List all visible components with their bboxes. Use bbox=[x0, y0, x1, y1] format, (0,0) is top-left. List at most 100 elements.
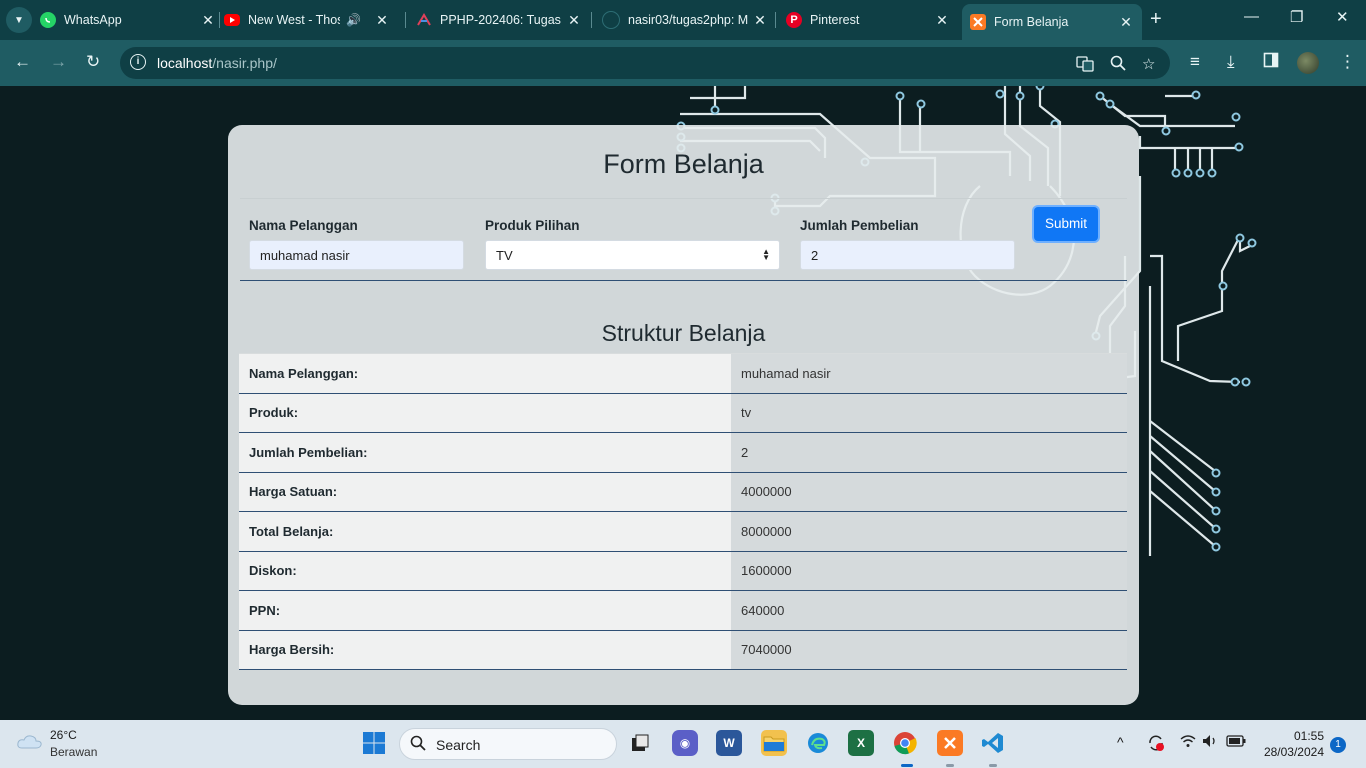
close-icon[interactable]: ✕ bbox=[566, 12, 582, 29]
taskbar: 26°C Berawan Search ◉ W X ^ 01:55 28/03/… bbox=[0, 720, 1366, 768]
teams-chat-icon[interactable]: ◉ bbox=[672, 730, 698, 756]
tab-divider bbox=[219, 12, 220, 28]
divider bbox=[240, 198, 1127, 199]
row-value: muhamad nasir bbox=[731, 353, 1127, 394]
submit-button[interactable]: Submit bbox=[1034, 207, 1098, 241]
cloud-icon[interactable] bbox=[16, 732, 44, 750]
search-icon bbox=[410, 735, 426, 755]
wifi-icon[interactable] bbox=[1180, 734, 1196, 751]
row-label: Total Belanja: bbox=[239, 511, 731, 552]
new-tab-icon[interactable]: + bbox=[1150, 8, 1162, 31]
tab-divider bbox=[591, 12, 592, 28]
form-card: Form Belanja Nama Pelanggan muhamad nasi… bbox=[228, 125, 1139, 705]
table-row: Jumlah Pembelian: 2 bbox=[239, 432, 1127, 473]
browser-toolbar: ← → ↻ i localhost/nasir.php/ ☆ ≡ ⤓ ⋮ bbox=[0, 40, 1366, 86]
tab-divider bbox=[405, 12, 406, 28]
struktur-belanja-table: Nama Pelanggan: muhamad nasir Produk: tv… bbox=[239, 353, 1127, 670]
weather-condition[interactable]: Berawan bbox=[50, 745, 97, 759]
pinterest-icon: P bbox=[786, 12, 802, 28]
chevron-down-icon: ▼ bbox=[14, 14, 24, 26]
table-row: Total Belanja: 8000000 bbox=[239, 511, 1127, 552]
notification-badge[interactable]: 1 bbox=[1330, 737, 1346, 753]
tab-strip: ▼ WhatsApp ✕ New West - Those 🔊 ✕ PPHP-2… bbox=[0, 0, 1366, 40]
weather-temperature[interactable]: 26°C bbox=[50, 728, 77, 742]
reload-icon[interactable]: ↻ bbox=[86, 52, 100, 72]
table-row: Nama Pelanggan: muhamad nasir bbox=[239, 353, 1127, 394]
windows-start-icon[interactable] bbox=[361, 730, 387, 756]
table-row: Produk: tv bbox=[239, 393, 1127, 433]
page-viewport: Form Belanja Nama Pelanggan muhamad nasi… bbox=[0, 86, 1366, 720]
battery-icon[interactable] bbox=[1226, 734, 1246, 750]
tab-form-belanja[interactable]: Form Belanja ✕ bbox=[962, 4, 1142, 40]
taskbar-search[interactable]: Search bbox=[399, 728, 617, 760]
project-icon bbox=[416, 12, 432, 28]
table-row: Harga Satuan: 4000000 bbox=[239, 472, 1127, 512]
close-icon[interactable]: ✕ bbox=[934, 12, 950, 29]
table-row: Harga Bersih: 7040000 bbox=[239, 630, 1127, 670]
chrome-icon[interactable] bbox=[892, 730, 918, 756]
close-icon[interactable]: ✕ bbox=[752, 12, 768, 29]
search-placeholder: Search bbox=[436, 737, 481, 753]
close-icon[interactable]: ✕ bbox=[374, 12, 390, 29]
tab-pphp[interactable]: PPHP-202406: Tugas ✕ bbox=[416, 0, 582, 40]
forward-arrow-icon[interactable]: → bbox=[50, 52, 67, 72]
clock-time[interactable]: 01:55 bbox=[1290, 729, 1324, 743]
minimize-icon[interactable]: — bbox=[1244, 8, 1259, 25]
clock-date[interactable]: 28/03/2024 bbox=[1260, 745, 1324, 759]
download-icon[interactable]: ⤓ bbox=[1227, 52, 1235, 72]
site-info-icon[interactable]: i bbox=[130, 54, 146, 70]
tab-youtube[interactable]: New West - Those 🔊 ✕ bbox=[224, 0, 392, 40]
close-icon[interactable]: ✕ bbox=[1118, 14, 1134, 31]
row-label: Harga Bersih: bbox=[239, 630, 731, 670]
youtube-icon bbox=[224, 14, 240, 26]
running-app-indicator bbox=[946, 764, 954, 767]
address-bar[interactable]: i localhost/nasir.php/ ☆ bbox=[120, 47, 1170, 79]
tab-github[interactable]: nasir03/tugas2php: M ✕ bbox=[602, 0, 768, 40]
table-row: Diskon: 1600000 bbox=[239, 551, 1127, 591]
produk-pilihan-select[interactable]: TV ▲ ▼ bbox=[485, 240, 780, 270]
struktur-belanja-heading: Struktur Belanja bbox=[601, 320, 766, 346]
side-panel-icon[interactable] bbox=[1263, 52, 1279, 73]
xampp-taskbar-icon[interactable] bbox=[937, 730, 963, 756]
vscode-icon[interactable] bbox=[980, 730, 1006, 756]
volume-icon[interactable] bbox=[1202, 734, 1218, 751]
page-title: Form Belanja bbox=[603, 149, 764, 179]
edge-icon[interactable] bbox=[805, 730, 831, 756]
table-row: PPN: 640000 bbox=[239, 590, 1127, 631]
row-label: Jumlah Pembelian: bbox=[239, 432, 731, 473]
jumlah-pembelian-input[interactable]: 2 bbox=[800, 240, 1015, 270]
tab-whatsapp[interactable]: WhatsApp ✕ bbox=[40, 0, 216, 40]
zoom-icon[interactable] bbox=[1110, 55, 1126, 75]
file-explorer-icon[interactable] bbox=[761, 730, 787, 756]
bookmark-star-icon[interactable]: ☆ bbox=[1142, 55, 1155, 73]
divider bbox=[240, 280, 1127, 281]
sync-alert-icon[interactable] bbox=[1147, 734, 1165, 755]
close-icon[interactable]: ✕ bbox=[200, 12, 216, 29]
more-menu-icon[interactable]: ⋮ bbox=[1339, 52, 1356, 72]
back-arrow-icon[interactable]: ← bbox=[14, 52, 31, 72]
word-icon[interactable]: W bbox=[716, 730, 742, 756]
tab-title: WhatsApp bbox=[64, 13, 122, 27]
restore-icon[interactable]: ❐ bbox=[1290, 8, 1303, 26]
row-value: 4000000 bbox=[731, 472, 1127, 512]
profile-avatar[interactable] bbox=[1297, 52, 1319, 74]
tab-search-button[interactable]: ▼ bbox=[6, 7, 32, 33]
tab-pinterest[interactable]: P Pinterest ✕ bbox=[786, 0, 950, 40]
whatsapp-icon bbox=[40, 12, 56, 28]
row-value: tv bbox=[731, 393, 1127, 433]
row-label: PPN: bbox=[239, 590, 731, 631]
nama-pelanggan-input[interactable]: muhamad nasir bbox=[249, 240, 464, 270]
github-icon bbox=[602, 11, 620, 29]
task-view-icon[interactable] bbox=[627, 730, 653, 756]
excel-icon[interactable]: X bbox=[848, 730, 874, 756]
tab-title: Pinterest bbox=[810, 13, 860, 27]
translate-icon[interactable] bbox=[1076, 55, 1094, 77]
nama-pelanggan-label: Nama Pelanggan bbox=[249, 218, 358, 233]
chevron-up-icon[interactable]: ^ bbox=[1117, 734, 1124, 750]
speaker-icon[interactable]: 🔊 bbox=[346, 13, 366, 27]
url-text[interactable]: localhost/nasir.php/ bbox=[157, 55, 277, 71]
media-controls-icon[interactable]: ≡ bbox=[1190, 52, 1200, 72]
row-value: 1600000 bbox=[731, 551, 1127, 591]
row-value: 640000 bbox=[731, 590, 1127, 631]
window-close-icon[interactable]: ✕ bbox=[1336, 8, 1349, 26]
